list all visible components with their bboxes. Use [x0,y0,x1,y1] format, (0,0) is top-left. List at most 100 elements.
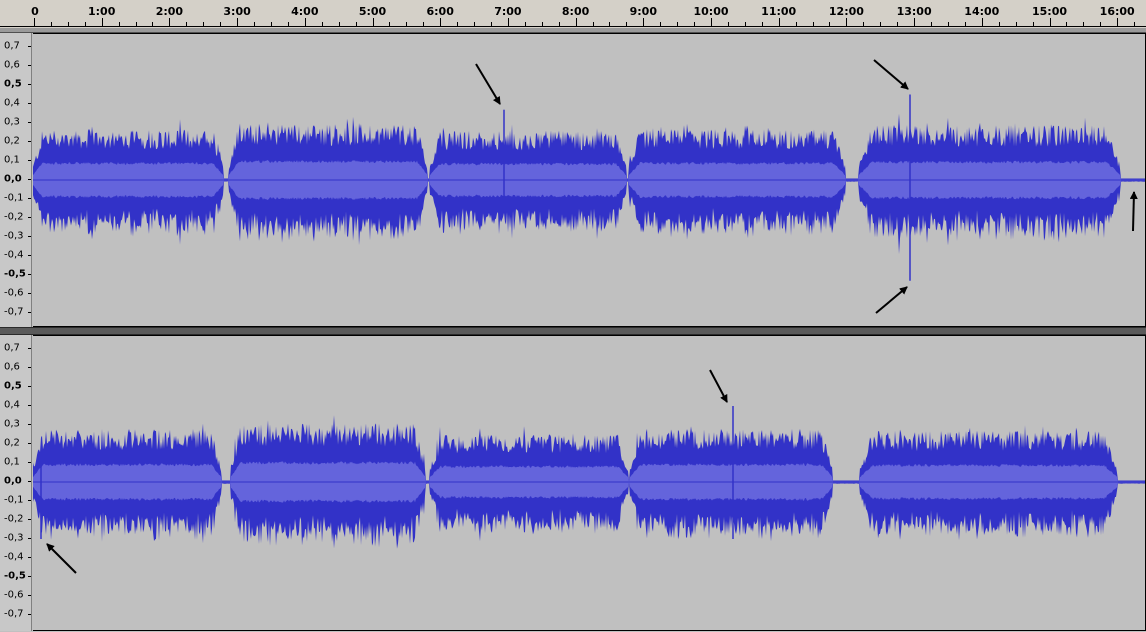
time-tick-minor [67,22,69,27]
time-tick-minor [1032,22,1034,27]
amplitude-tick-label: -0,7 [4,608,24,620]
timeline-ruler[interactable]: 0 1:00 2:00 3:00 4:00 5:00 6:00 7:00 8:00 9:00 10:… [0,0,1146,29]
waveform-bottom [33,406,1145,549]
time-tick-major [1049,18,1051,27]
time-tick-major [914,18,916,27]
amplitude-tick-label: -0,3 [4,532,24,544]
time-tick-minor [355,22,357,27]
amplitude-tick [28,141,31,142]
amplitude-tick-label: 0,7 [4,40,20,52]
time-tick-major [711,18,712,27]
amplitude-tick [28,312,31,313]
time-tick-minor [931,22,933,27]
amplitude-tick [28,46,31,47]
amplitude-tick-label: -0,6 [4,589,24,601]
time-tick-minor [389,22,391,27]
time-tick-label: 15:00 [1031,5,1068,18]
track-separator[interactable] [0,327,1146,335]
time-tick-minor [812,22,814,27]
amplitude-tick [28,614,31,615]
amplitude-tick [28,217,31,218]
time-tick-minor [490,22,492,27]
amplitude-tick [28,65,31,66]
time-tick-label: 7:00 [494,5,522,18]
time-tick-minor [626,22,628,27]
amplitude-tick-label: -0,2 [4,513,24,525]
time-tick-minor [1066,22,1068,27]
time-tick-major [1117,18,1119,27]
time-tick-label: 1:00 [88,5,116,18]
audio-track-top[interactable]: 0,7 0,6 0,5 0,4 0,3 0,2 0,1 0,0 -0,1 -0,2 -0,3 -0,4… [0,33,1146,327]
time-tick-minor [744,22,746,27]
time-tick-minor [423,22,425,27]
amplitude-tick-label: -0,6 [4,287,24,299]
amplitude-tick [28,538,31,539]
time-tick-label: 0 [31,5,39,18]
time-tick-minor [254,22,256,27]
time-tick-major [34,18,35,27]
amplitude-tick-label: -0,1 [4,192,24,204]
time-tick-minor [203,22,205,27]
time-tick-minor [1134,22,1136,27]
time-tick-major [372,18,374,27]
time-tick-minor [84,22,86,27]
time-tick-minor [592,22,594,27]
time-tick-major [575,18,577,27]
amplitude-tick [28,179,31,180]
amplitude-tick [28,481,31,482]
time-tick-minor [1083,22,1085,27]
time-tick-minor [1015,22,1017,27]
amplitude-tick-label: -0,4 [4,551,24,563]
time-tick-minor [947,22,949,27]
time-tick-major [169,18,171,27]
time-tick-minor [152,22,154,27]
time-tick-minor [829,22,831,27]
amplitude-tick [28,236,31,237]
waveform-area-top[interactable] [33,33,1146,327]
amplitude-tick-label: 0,3 [4,418,20,430]
amplitude-tick [28,386,31,387]
amplitude-tick-label: 0,4 [4,97,20,109]
time-tick-label: 3:00 [223,5,251,18]
amplitude-tick-label: -0,1 [4,494,24,506]
time-tick-minor [880,22,882,27]
amplitude-tick [28,500,31,501]
time-tick-major [101,18,103,27]
amplitude-ruler-top: 0,7 0,6 0,5 0,4 0,3 0,2 0,1 0,0 -0,1 -0,2 -0,3 -0,4… [0,33,32,327]
amplitude-tick-label: 0,3 [4,116,20,128]
time-tick-major [304,18,306,27]
amplitude-tick [28,122,31,123]
time-tick-minor [287,22,289,27]
amplitude-tick-label: -0,3 [4,230,24,242]
time-tick-label: 6:00 [426,5,454,18]
time-tick-minor [677,22,679,27]
time-tick-minor [50,22,52,27]
amplitude-tick-label: 0,5 [4,380,22,392]
time-tick-label: 16:00 [1099,5,1135,18]
time-tick-major [237,18,239,27]
time-tick-minor [964,22,966,27]
time-tick-label: 4:00 [291,5,319,18]
time-tick-major [981,18,983,27]
time-tick-minor [541,22,543,27]
time-tick-minor [558,22,560,27]
time-tick-minor [795,22,797,27]
amplitude-tick [28,595,31,596]
amplitude-tick [28,424,31,425]
time-tick-label: 14:00 [964,5,1000,18]
time-tick-label: 8:00 [561,5,590,18]
time-tick-minor [135,22,137,27]
amplitude-tick [28,274,31,275]
amplitude-tick [28,462,31,463]
time-tick-minor [761,22,763,27]
amplitude-tick [28,557,31,558]
amplitude-tick-label: 0,6 [4,59,20,71]
amplitude-tick [28,519,31,520]
waveform-area-bottom[interactable] [33,335,1146,631]
time-tick-label: 9:00 [629,5,657,18]
time-tick-minor [118,22,120,27]
audio-track-bottom[interactable]: 0,7 0,6 0,5 0,4 0,3 0,2 0,1 0,0 -0,1 -0,2 -0,3 -0,4… [0,335,1146,631]
time-tick-minor [863,22,865,27]
time-tick-minor [694,22,696,27]
amplitude-tick [28,576,31,577]
